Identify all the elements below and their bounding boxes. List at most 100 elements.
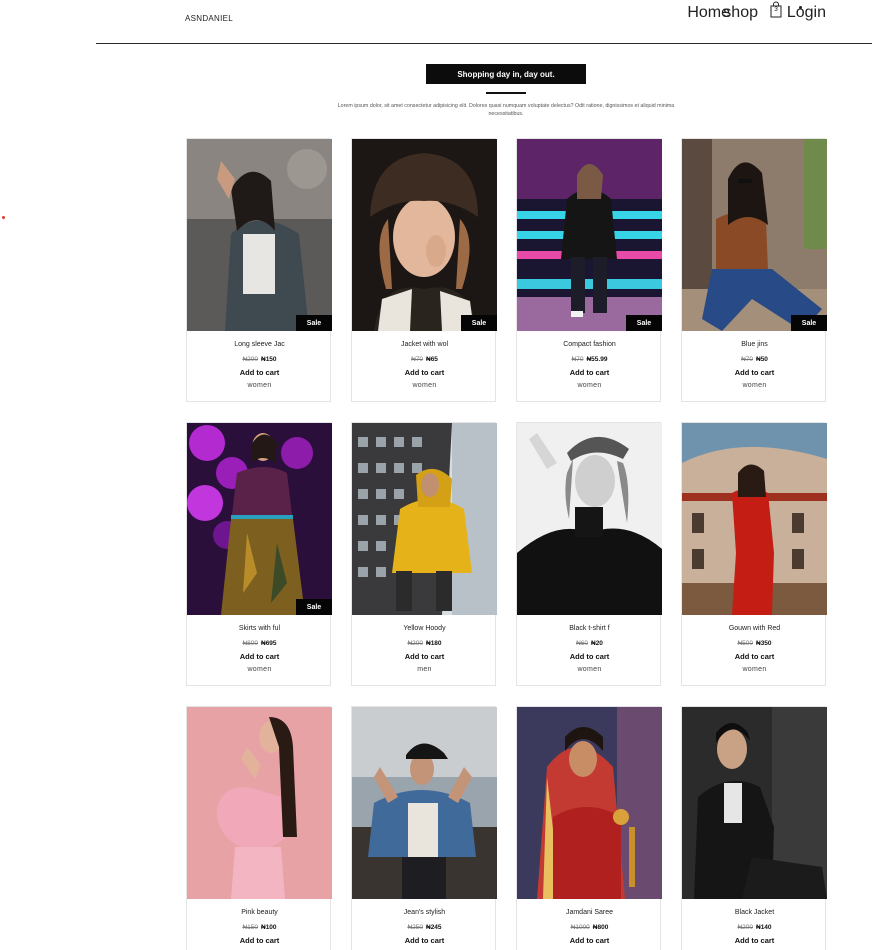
add-to-cart-button[interactable]: Add to cart	[187, 652, 332, 661]
product-image[interactable]	[682, 423, 827, 615]
nav-shop-link[interactable]: shop	[723, 4, 758, 22]
old-price: ₦200	[242, 356, 258, 363]
product-card[interactable]: Black Jacket ₦200₦140 Add to cart men	[681, 706, 827, 950]
current-price: ₦50	[756, 356, 768, 363]
old-price: ₦1000	[570, 924, 590, 931]
add-to-cart-button[interactable]: Add to cart	[517, 368, 662, 377]
sale-badge: Sale	[296, 315, 332, 331]
add-to-cart-button[interactable]: Add to cart	[352, 652, 497, 661]
product-image[interactable]	[517, 707, 662, 899]
product-card[interactable]: Pink beauty ₦150₦100 Add to cart women	[186, 706, 332, 950]
product-category: women	[577, 382, 602, 389]
title-underline	[486, 92, 526, 94]
cart-button[interactable]: 3	[769, 1, 783, 18]
current-price: ₦800	[592, 924, 609, 931]
product-name: Long sleeve Jac	[234, 341, 285, 348]
product-card[interactable]: Sale Jacket with wol ₦70 ₦65 Add to cart …	[351, 138, 497, 402]
product-image[interactable]: Sale	[517, 139, 662, 331]
product-price: ₦70 ₦65	[352, 356, 497, 363]
old-price: ₦200	[407, 640, 423, 647]
product-card[interactable]: Jamdani Saree ₦1000₦800 Add to cart wome…	[516, 706, 662, 950]
sale-badge: Sale	[626, 315, 662, 331]
sale-badge: Sale	[461, 315, 497, 331]
current-price: ₦140	[756, 924, 772, 931]
product-category: women	[412, 382, 437, 389]
product-name: Black Jacket	[734, 909, 775, 916]
current-price: ₦180	[426, 640, 442, 647]
sale-badge: Sale	[791, 315, 827, 331]
product-image[interactable]	[352, 707, 497, 899]
old-price: ₦70	[741, 356, 753, 363]
product-price: ₦200 ₦150	[187, 356, 332, 363]
current-price: ₦20	[591, 640, 603, 647]
product-card[interactable]: Sale Skirts with ful ₦800 ₦695 Add to car…	[186, 422, 332, 686]
product-image[interactable]	[682, 707, 827, 899]
product-image[interactable]: Sale	[187, 139, 332, 331]
current-price: ₦150	[261, 356, 277, 363]
add-to-cart-button[interactable]: Add to cart	[352, 936, 497, 945]
product-name: Jacket with wol	[400, 341, 449, 348]
product-price: ₦250 ₦245	[352, 924, 497, 931]
product-price: ₦200 ₦140	[682, 924, 827, 931]
product-image[interactable]: Sale	[352, 139, 497, 331]
product-name: Yellow Hoody	[403, 625, 446, 632]
current-price: ₦100	[261, 924, 277, 931]
product-category: women	[247, 666, 272, 673]
add-to-cart-button[interactable]: Add to cart	[517, 936, 662, 945]
product-name: Pink beauty	[241, 909, 278, 916]
product-card[interactable]: Gouwn with Red ₦500 ₦350 Add to cart wome…	[681, 422, 827, 686]
product-category: men	[417, 666, 432, 673]
product-name: Gouwn with Red	[728, 625, 781, 632]
old-price: ₦150	[242, 924, 258, 931]
product-card[interactable]: Sale Compact fashion ₦70 ₦55.99 Add to ca…	[516, 138, 662, 402]
product-card[interactable]: Jean's stylish ₦250₦245 Add to cart men	[351, 706, 497, 950]
product-price: ₦500 ₦350	[682, 640, 827, 647]
product-price: ₦200 ₦180	[352, 640, 497, 647]
product-price: ₦60 ₦20	[517, 640, 662, 647]
product-card[interactable]: Yellow Hoody ₦200 ₦180 Add to cart men	[351, 422, 497, 686]
product-card[interactable]: Black t-shirt f ₦60 ₦20 Add to cart women	[516, 422, 662, 686]
product-image[interactable]	[517, 423, 662, 615]
product-price: ₦150 ₦100	[187, 924, 332, 931]
decorative-dot	[2, 216, 5, 219]
page-title: Shopping day in, day out.	[426, 64, 586, 84]
product-image[interactable]	[352, 423, 497, 615]
product-image[interactable]	[187, 707, 332, 899]
product-name: Blue jins	[741, 341, 768, 348]
product-card[interactable]: Sale Blue jins ₦70 ₦50 Add to cart women	[681, 138, 827, 402]
product-name: Compact fashion	[563, 341, 616, 348]
current-price: ₦65	[426, 356, 438, 363]
product-category: women	[247, 382, 272, 389]
product-name: Black t-shirt f	[569, 625, 610, 632]
cart-count-badge: 3	[774, 6, 778, 13]
current-price: ₦55.99	[586, 356, 608, 363]
product-image[interactable]: Sale	[187, 423, 332, 615]
brand-logo[interactable]: ASNDANIEL	[185, 14, 233, 23]
add-to-cart-button[interactable]: Add to cart	[682, 936, 827, 945]
product-category: women	[577, 666, 602, 673]
old-price: ₦60	[576, 640, 588, 647]
product-price: ₦70 ₦50	[682, 356, 827, 363]
current-price: ₦350	[756, 640, 772, 647]
product-image[interactable]: Sale	[682, 139, 827, 331]
add-to-cart-button[interactable]: Add to cart	[352, 368, 497, 377]
add-to-cart-button[interactable]: Add to cart	[517, 652, 662, 661]
current-price: ₦245	[426, 924, 442, 931]
add-to-cart-button[interactable]: Add to cart	[187, 936, 332, 945]
navbar: ASNDANIEL Home shop 3 Login	[96, 0, 872, 44]
current-price: ₦695	[261, 640, 277, 647]
add-to-cart-button[interactable]: Add to cart	[682, 652, 827, 661]
old-price: ₦70	[411, 356, 423, 363]
product-price: ₦800 ₦695	[187, 640, 332, 647]
product-card[interactable]: Sale Long sleeve Jac ₦200 ₦150 Add to car…	[186, 138, 332, 402]
product-name: Jean's stylish	[403, 909, 446, 916]
add-to-cart-button[interactable]: Add to cart	[682, 368, 827, 377]
add-to-cart-button[interactable]: Add to cart	[187, 368, 332, 377]
nav-login-link[interactable]: Login	[787, 4, 826, 22]
product-category: women	[742, 382, 767, 389]
old-price: ₦200	[737, 924, 753, 931]
product-name: Skirts with ful	[238, 625, 281, 632]
product-category: women	[742, 666, 767, 673]
product-price: ₦1000 ₦800	[517, 924, 662, 931]
product-price: ₦70 ₦55.99	[517, 356, 662, 363]
